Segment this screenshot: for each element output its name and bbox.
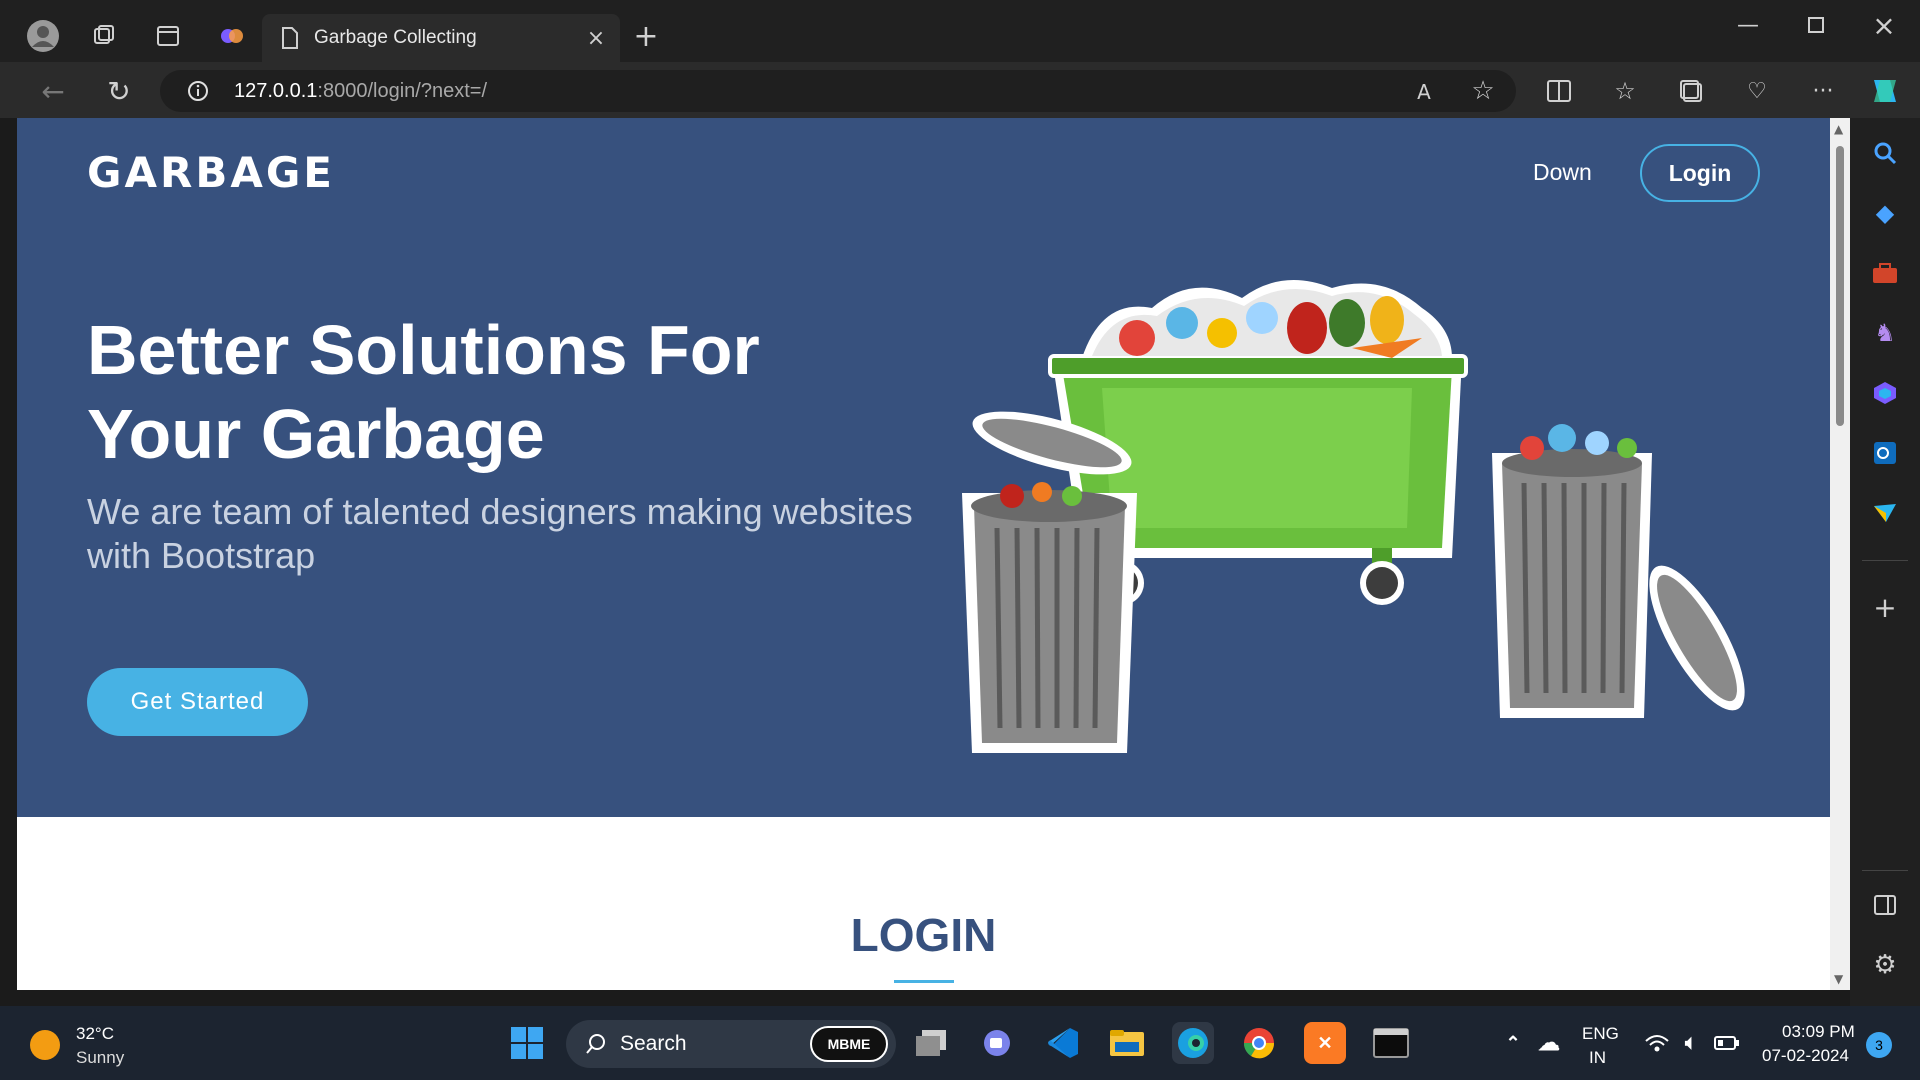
hero-subtitle: We are team of talented designers making… [87,491,913,576]
tools-icon[interactable] [1870,258,1900,288]
page-icon [278,26,302,50]
scroll-thumb[interactable] [1836,146,1844,426]
tab-title: Garbage Collecting [314,27,477,48]
favorite-star-icon[interactable]: ☆ [1468,76,1498,106]
mbme-badge[interactable]: MBME [810,1026,888,1062]
garbage-bins-illustration [962,280,1745,753]
weather-desc: Sunny [76,1048,125,1067]
url-text: 127.0.0.1:8000/login/?next=/ [234,80,487,103]
xampp-icon[interactable]: ✕ [1304,1022,1346,1064]
weather-temp: 32°C [76,1024,114,1043]
hero-section: GARBAGE Down Login Better Solutions For … [17,118,1830,817]
tab-bar: Garbage Collecting × + — × [0,0,1920,62]
task-view-icon[interactable] [910,1022,952,1064]
workspaces-icon[interactable] [88,20,120,52]
minimize-icon[interactable]: — [1728,10,1768,40]
url-field[interactable]: 127.0.0.1:8000/login/?next=/ A ☆ [160,70,1516,112]
profile-icon[interactable] [24,17,62,55]
edge-sidebar: ◆ ♞ + ⚙ [1850,118,1920,1006]
vscode-icon[interactable] [1042,1022,1084,1064]
site-info-icon[interactable] [186,79,210,103]
back-icon[interactable]: ← [36,74,70,108]
new-tab-icon[interactable]: + [630,19,662,54]
hero-title: Better Solutions For Your Garbage [87,311,760,473]
clock-time[interactable]: 03:09 PM [1782,1022,1855,1042]
windows-taskbar [0,1006,1920,1080]
add-sidebar-app-icon[interactable]: + [1870,591,1900,624]
chrome-icon[interactable] [1238,1022,1280,1064]
games-icon[interactable]: ♞ [1870,318,1900,348]
clock-date[interactable]: 07-02-2024 [1762,1046,1849,1066]
terminal-icon[interactable] [1370,1022,1412,1064]
teams-icon[interactable] [976,1022,1018,1064]
search-icon [582,1030,610,1058]
taskbar-search[interactable]: Search MBME [566,1020,896,1068]
notification-count: 3 [1875,1037,1883,1053]
read-aloud-icon[interactable]: A [1410,78,1438,106]
copilot-tab-icon[interactable] [216,20,248,52]
drop-icon[interactable] [1870,498,1900,528]
start-windows-icon[interactable] [506,1022,548,1064]
maximize-icon[interactable] [1796,10,1836,40]
microsoft-365-icon[interactable] [1870,378,1900,408]
weather-widget[interactable] [30,1030,60,1060]
collections-icon[interactable] [1676,76,1706,106]
shopping-icon[interactable]: ◆ [1870,198,1900,228]
refresh-icon[interactable]: ↻ [102,74,136,108]
edge-browser-icon[interactable] [1172,1022,1214,1064]
onedrive-cloud-icon[interactable]: ☁ [1528,1022,1570,1064]
battery-icon[interactable] [1706,1022,1748,1064]
page-scrollbar[interactable]: ▲ ▼ [1830,118,1850,990]
url-host: 127.0.0.1 [234,80,318,102]
scroll-up-arrow[interactable]: ▲ [1834,122,1843,136]
login-title-underline [894,980,954,983]
split-screen-icon[interactable] [1544,76,1574,106]
nav-login-button[interactable]: Login [1640,144,1760,202]
scroll-down-arrow[interactable]: ▼ [1834,972,1843,986]
more-menu-icon[interactable]: ··· [1808,76,1838,106]
settings-gear-icon[interactable]: ⚙ [1870,950,1900,980]
close-tab-icon[interactable]: × [584,26,608,51]
url-path: :8000/login/?next=/ [317,80,488,102]
browser-essentials-icon[interactable]: ♡ [1742,76,1772,106]
notification-badge[interactable]: 3 [1866,1032,1892,1058]
page-viewport: GARBAGE Down Login Better Solutions For … [17,118,1830,990]
site-logo[interactable]: GARBAGE [87,148,335,197]
active-tab[interactable]: Garbage Collecting × [262,14,620,62]
language-bottom[interactable]: IN [1589,1048,1606,1068]
copilot-icon[interactable] [1866,72,1904,110]
sidebar-divider [1862,560,1908,561]
sidebar-divider-bottom [1862,870,1908,871]
outlook-icon[interactable] [1870,438,1900,468]
mbme-label: MBME [827,1036,871,1052]
language-top[interactable]: ENG [1582,1024,1619,1044]
get-started-button[interactable]: Get Started [87,668,308,736]
login-section-title: LOGIN [850,909,997,961]
nav-link-down[interactable]: Down [1533,159,1592,186]
search-placeholder: Search [620,1032,687,1055]
close-window-icon[interactable]: × [1864,8,1904,42]
hide-sidebar-icon[interactable] [1870,890,1900,920]
file-explorer-icon[interactable] [1106,1022,1148,1064]
favorites-icon[interactable]: ☆ [1610,76,1640,106]
tab-actions-icon[interactable] [152,20,184,52]
search-icon[interactable] [1870,138,1900,168]
